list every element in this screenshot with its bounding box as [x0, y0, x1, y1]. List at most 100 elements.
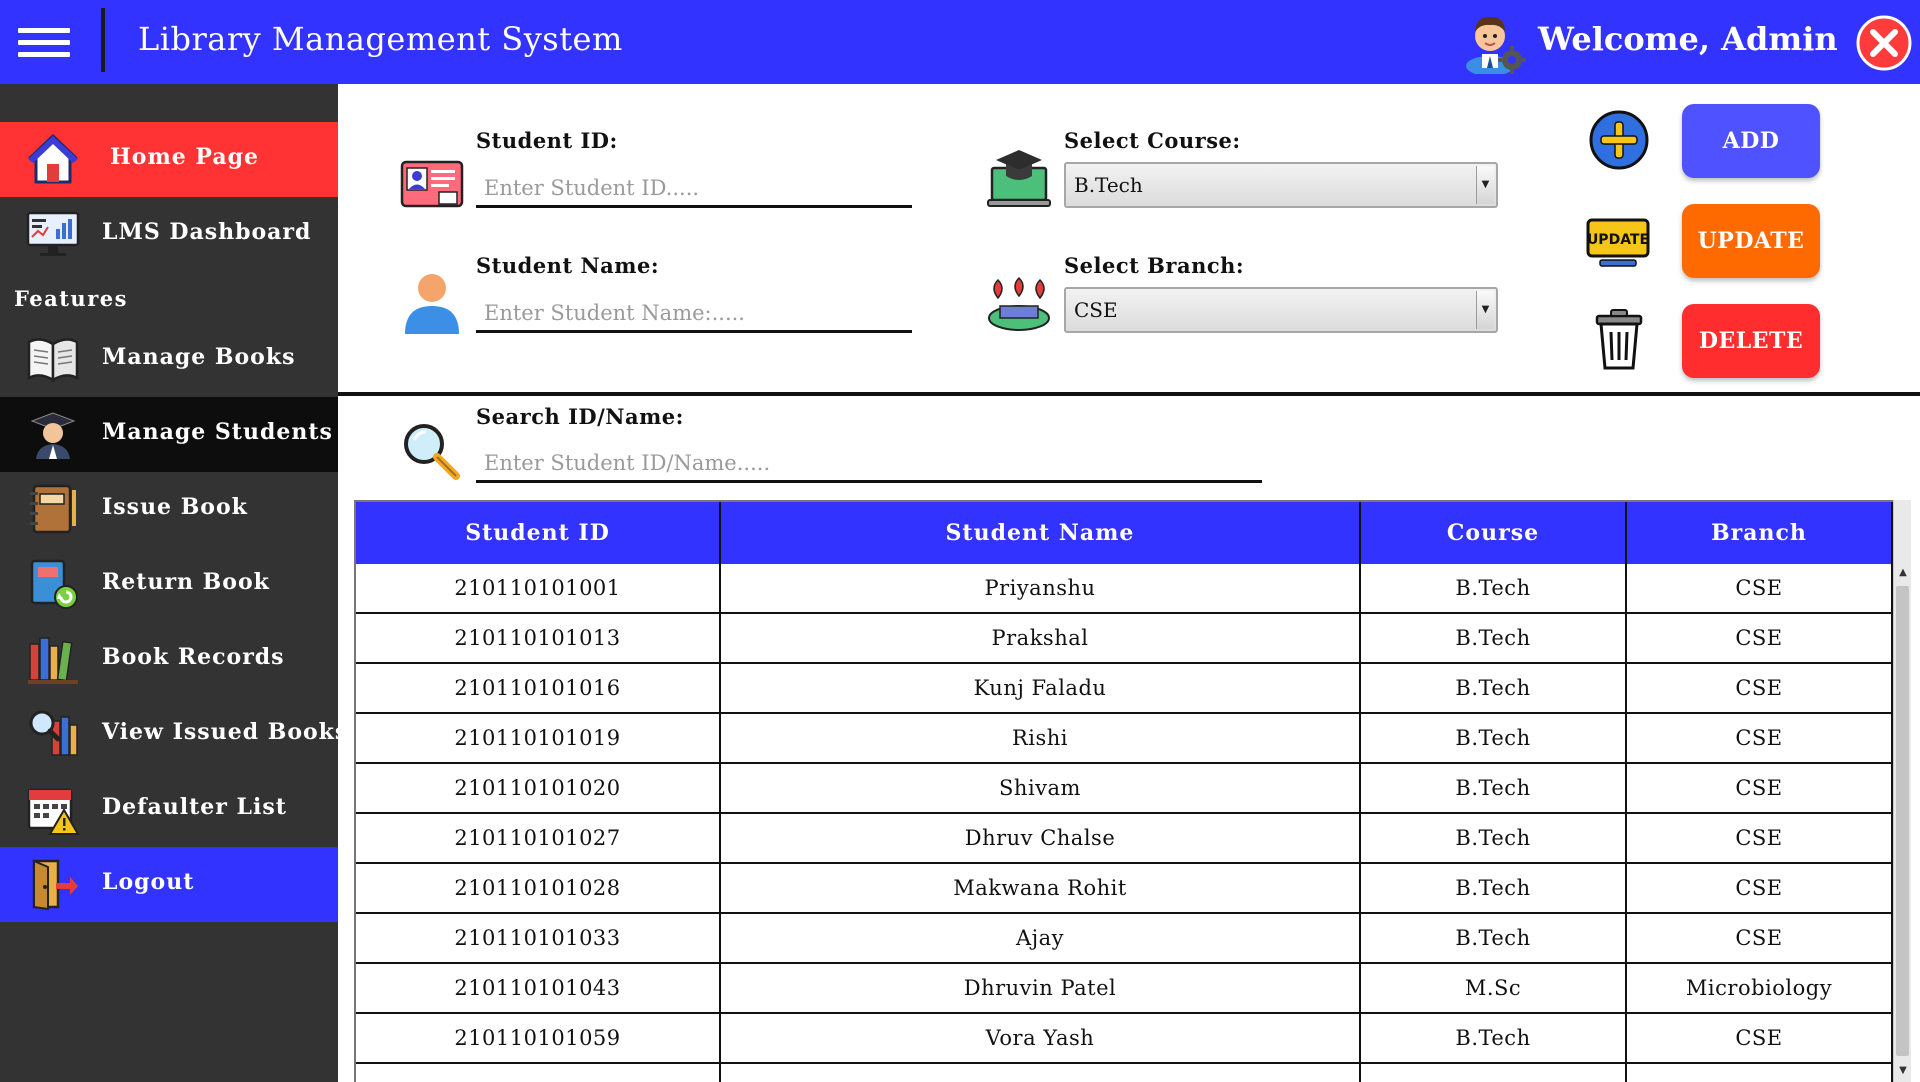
- sidebar-item-home-page[interactable]: Home Page: [0, 122, 338, 197]
- course-select-value: B.Tech: [1074, 173, 1143, 197]
- table-cell: [1361, 1064, 1627, 1082]
- table-cell: CSE: [1627, 1014, 1893, 1062]
- form-separator: [338, 392, 1920, 396]
- table-cell: M.Sc: [1361, 964, 1627, 1012]
- scroll-thumb[interactable]: [1896, 586, 1909, 1056]
- home-icon: [28, 134, 78, 184]
- table-row[interactable]: 210110101059 Vora Yash B.Tech CSE: [356, 1014, 1893, 1064]
- sidebar-item-manage-books[interactable]: Manage Books: [0, 322, 338, 397]
- dashboard-icon: [26, 211, 80, 256]
- table-cell: CSE: [1627, 614, 1893, 662]
- sidebar-item-label: Home Page: [110, 144, 259, 170]
- return-book-icon: [30, 559, 78, 609]
- table-cell: Dhruv Chalse: [721, 814, 1361, 862]
- column-header-student-name[interactable]: Student Name: [721, 502, 1361, 564]
- notebook-icon: [30, 484, 76, 534]
- welcome-text: Welcome, Admin: [1538, 20, 1838, 58]
- update-button[interactable]: UPDATE: [1682, 204, 1820, 278]
- sidebar-item-manage-students[interactable]: Manage Students: [0, 397, 338, 472]
- branch-select[interactable]: CSE ▼: [1064, 287, 1498, 333]
- sidebar-item-return-book[interactable]: Return Book: [0, 547, 338, 622]
- close-icon[interactable]: [1856, 15, 1912, 71]
- table-cell: 210110101027: [356, 814, 721, 862]
- user-icon: [405, 274, 459, 334]
- table-cell: 210110101013: [356, 614, 721, 662]
- id-card-icon: [400, 160, 464, 208]
- search-input[interactable]: [476, 445, 1262, 483]
- sidebar-item-lms-dashboard[interactable]: LMS Dashboard: [0, 197, 338, 272]
- add-button[interactable]: ADD: [1682, 104, 1820, 178]
- table-cell: B.Tech: [1361, 664, 1627, 712]
- table-cell: Priyanshu: [721, 564, 1361, 612]
- sidebar-item-defaulter-list[interactable]: Defaulter List: [0, 772, 338, 847]
- student-name-input[interactable]: [476, 295, 912, 333]
- sidebar-item-logout[interactable]: Logout: [0, 847, 338, 922]
- table-row[interactable]: 210110101043 Dhruvin Patel M.Sc Microbiolog…: [356, 964, 1893, 1014]
- table-row[interactable]: 210110101028 Makwana Rohit B.Tech CSE: [356, 864, 1893, 914]
- trash-icon: [1595, 309, 1643, 370]
- table-cell: Prakshal: [721, 614, 1361, 662]
- graduation-laptop-icon: [987, 150, 1051, 207]
- table-row[interactable]: 210110101033 Ajay B.Tech CSE: [356, 914, 1893, 964]
- sidebar-item-label: Defaulter List: [102, 794, 287, 820]
- sidebar-item-label: Manage Students: [102, 419, 333, 445]
- table-row[interactable]: 210110101027 Dhruv Chalse B.Tech CSE: [356, 814, 1893, 864]
- table-row[interactable]: 210110101019 Rishi B.Tech CSE: [356, 714, 1893, 764]
- sidebar-item-label: LMS Dashboard: [102, 219, 312, 245]
- app-title: Library Management System: [138, 20, 623, 58]
- table-cell: Kunj Faladu: [721, 664, 1361, 712]
- scroll-down-icon[interactable]: ▼: [1894, 1062, 1912, 1080]
- plus-circle-icon: [1589, 110, 1649, 170]
- student-id-input[interactable]: [476, 170, 912, 208]
- update-badge-icon: UPDATE: [1586, 218, 1650, 267]
- column-header-branch[interactable]: Branch: [1627, 502, 1893, 564]
- campus-map-pins-icon: [988, 276, 1050, 331]
- dropdown-arrow-icon: ▼: [1476, 291, 1494, 329]
- sidebar-item-label: View Issued Books: [102, 719, 349, 745]
- sidebar-item-book-records[interactable]: Book Records: [0, 622, 338, 697]
- table-cell: [1627, 1064, 1893, 1082]
- sidebar-item-label: Manage Books: [102, 344, 296, 370]
- menu-icon[interactable]: [18, 22, 70, 62]
- table-cell: B.Tech: [1361, 714, 1627, 762]
- table-cell: B.Tech: [1361, 914, 1627, 962]
- admin-avatar-icon: [1466, 16, 1526, 74]
- table-cell: CSE: [1627, 864, 1893, 912]
- table-cell: Dhruvin Patel: [721, 964, 1361, 1012]
- logout-door-icon: [32, 859, 78, 911]
- update-icon-text: UPDATE: [1587, 232, 1649, 248]
- table-row[interactable]: [356, 1064, 1893, 1082]
- student-icon: [30, 412, 76, 459]
- sidebar-item-label: Logout: [102, 869, 195, 895]
- delete-button[interactable]: DELETE: [1682, 304, 1820, 378]
- column-header-student-id[interactable]: Student ID: [356, 502, 721, 564]
- scroll-up-icon[interactable]: ▲: [1894, 564, 1912, 582]
- course-select[interactable]: B.Tech ▼: [1064, 162, 1498, 208]
- header-bar: Library Management System Welcome, Admin: [0, 0, 1920, 84]
- table-cell: 210110101001: [356, 564, 721, 612]
- table-cell: CSE: [1627, 714, 1893, 762]
- students-table: Student ID Student Name Course Branch 21…: [354, 500, 1910, 1082]
- sidebar-item-issue-book[interactable]: Issue Book: [0, 472, 338, 547]
- column-header-course[interactable]: Course: [1361, 502, 1627, 564]
- table-cell: CSE: [1627, 564, 1893, 612]
- sidebar-item-label: Issue Book: [102, 494, 248, 520]
- sidebar-item-label: Book Records: [102, 644, 285, 670]
- table-cell: CSE: [1627, 764, 1893, 812]
- table-row[interactable]: 210110101013 Prakshal B.Tech CSE: [356, 614, 1893, 664]
- header-divider: [101, 8, 105, 72]
- table-scrollbar[interactable]: ▲ ▼: [1893, 562, 1911, 1082]
- table-row[interactable]: 210110101001 Priyanshu B.Tech CSE: [356, 564, 1893, 614]
- table-cell: Shivam: [721, 764, 1361, 812]
- table-cell: B.Tech: [1361, 864, 1627, 912]
- table-cell: CSE: [1627, 664, 1893, 712]
- sidebar-item-view-issued-books[interactable]: View Issued Books: [0, 697, 347, 772]
- table-cell: 210110101033: [356, 914, 721, 962]
- table-cell: B.Tech: [1361, 614, 1627, 662]
- table-row[interactable]: 210110101020 Shivam B.Tech CSE: [356, 764, 1893, 814]
- table-cell: 210110101028: [356, 864, 721, 912]
- table-row[interactable]: 210110101016 Kunj Faladu B.Tech CSE: [356, 664, 1893, 714]
- table-cell: Makwana Rohit: [721, 864, 1361, 912]
- search-icon: [404, 424, 460, 480]
- table-cell: 210110101019: [356, 714, 721, 762]
